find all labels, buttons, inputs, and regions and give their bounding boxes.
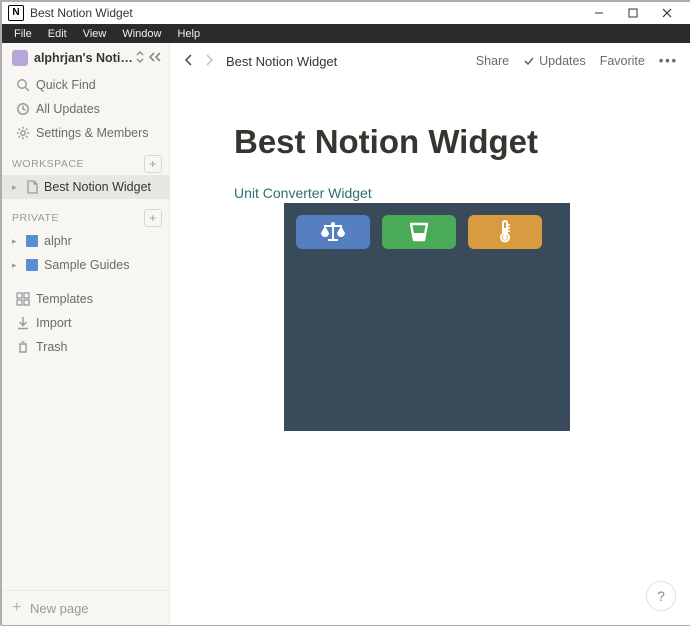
window-title: Best Notion Widget: [30, 6, 133, 20]
gear-icon: [14, 126, 32, 140]
sidebar-page-best-notion-widget[interactable]: ▸ Best Notion Widget: [2, 175, 170, 199]
menu-bar: File Edit View Window Help: [2, 24, 690, 43]
new-page-label: New page: [30, 601, 89, 616]
unit-converter-link[interactable]: Unit Converter Widget: [234, 185, 650, 201]
menu-view[interactable]: View: [75, 26, 115, 42]
section-header-private[interactable]: PRIVATE +: [2, 207, 170, 229]
sidebar-page-alphr[interactable]: ▸ alphr: [2, 229, 170, 253]
quick-find[interactable]: Quick Find: [2, 73, 170, 97]
app-icon: N: [8, 5, 24, 21]
section-header-workspace[interactable]: WORKSPACE +: [2, 153, 170, 175]
import-label: Import: [36, 316, 162, 330]
sidebar-page-label: Best Notion Widget: [44, 180, 162, 194]
widget-scale-button[interactable]: [296, 215, 370, 249]
download-icon: [14, 316, 32, 330]
widget-embed[interactable]: [284, 203, 570, 431]
widget-thermometer-button[interactable]: [468, 215, 542, 249]
section-workspace-label: WORKSPACE: [12, 158, 144, 170]
quick-find-label: Quick Find: [36, 78, 162, 92]
templates-label: Templates: [36, 292, 162, 306]
chevron-right-icon[interactable]: ▸: [12, 236, 24, 247]
menu-file[interactable]: File: [6, 26, 40, 42]
main-area: Best Notion Widget Share Updates Favorit…: [170, 43, 690, 625]
plus-icon: +: [12, 599, 30, 617]
section-private-label: PRIVATE: [12, 212, 144, 224]
chevron-right-icon[interactable]: ▸: [12, 260, 24, 271]
page-emoji-icon: [24, 235, 40, 247]
thermometer-icon: [497, 220, 513, 244]
more-button[interactable]: •••: [659, 54, 678, 68]
sidebar-page-sample-guides[interactable]: ▸ Sample Guides: [2, 253, 170, 277]
menu-help[interactable]: Help: [169, 26, 208, 42]
sidebar-page-label: Sample Guides: [44, 258, 162, 272]
templates-icon: [14, 292, 32, 306]
settings-members[interactable]: Settings & Members: [2, 121, 170, 145]
widget-cup-button[interactable]: [382, 215, 456, 249]
workspace-name: alphrjan's Notion: [34, 51, 134, 65]
nav-back-button[interactable]: [182, 53, 196, 70]
sidebar: alphrjan's Notion Quick Find All Updates: [2, 43, 170, 625]
updates-button[interactable]: Updates: [523, 54, 586, 68]
workspace-avatar-icon: [12, 50, 28, 66]
minimize-button[interactable]: [582, 2, 616, 24]
new-page-button[interactable]: + New page: [2, 590, 170, 625]
add-page-private-button[interactable]: +: [144, 209, 162, 227]
trash-icon: [14, 340, 32, 354]
scale-icon: [319, 221, 347, 243]
import[interactable]: Import: [2, 311, 170, 335]
window-titlebar: N Best Notion Widget: [2, 2, 690, 24]
menu-window[interactable]: Window: [114, 26, 169, 42]
sidebar-page-label: alphr: [44, 234, 162, 248]
help-button[interactable]: ?: [646, 581, 676, 611]
nav-forward-button[interactable]: [202, 53, 216, 70]
breadcrumb[interactable]: Best Notion Widget: [226, 54, 337, 69]
add-page-workspace-button[interactable]: +: [144, 155, 162, 173]
favorite-button[interactable]: Favorite: [600, 54, 645, 68]
updates-label: Updates: [539, 54, 586, 68]
cup-icon: [407, 221, 431, 243]
clock-icon: [14, 102, 32, 116]
settings-members-label: Settings & Members: [36, 126, 162, 140]
all-updates[interactable]: All Updates: [2, 97, 170, 121]
trash-label: Trash: [36, 340, 162, 354]
close-button[interactable]: [650, 2, 684, 24]
chevron-right-icon[interactable]: ▸: [12, 182, 24, 193]
all-updates-label: All Updates: [36, 102, 162, 116]
menu-edit[interactable]: Edit: [40, 26, 75, 42]
topbar: Best Notion Widget Share Updates Favorit…: [170, 43, 690, 79]
page-content: Best Notion Widget Unit Converter Widget: [170, 79, 690, 625]
page-emoji-icon: [24, 259, 40, 271]
search-icon: [14, 78, 32, 92]
chevron-updown-icon: [136, 51, 144, 66]
page-doc-icon: [24, 180, 40, 194]
trash[interactable]: Trash: [2, 335, 170, 359]
maximize-button[interactable]: [616, 2, 650, 24]
workspace-switcher[interactable]: alphrjan's Notion: [2, 43, 170, 73]
check-icon: [523, 55, 535, 67]
collapse-sidebar-button[interactable]: [148, 51, 162, 66]
templates[interactable]: Templates: [2, 287, 170, 311]
share-button[interactable]: Share: [476, 54, 509, 68]
page-title[interactable]: Best Notion Widget: [234, 123, 650, 161]
